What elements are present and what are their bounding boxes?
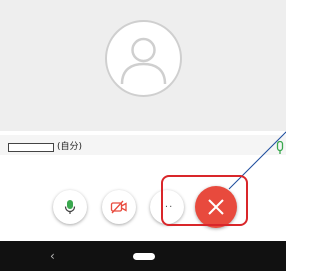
more-button[interactable]: ··· bbox=[150, 190, 184, 224]
home-pill-icon[interactable] bbox=[133, 253, 155, 260]
microphone-icon bbox=[64, 200, 76, 214]
microphone-button[interactable] bbox=[53, 190, 87, 224]
camera-off-icon bbox=[110, 200, 127, 214]
close-icon bbox=[208, 199, 224, 215]
more-icon: ··· bbox=[160, 201, 174, 213]
navigation-bar: ‹ bbox=[0, 241, 286, 271]
back-icon[interactable]: ‹ bbox=[50, 248, 55, 264]
camera-toggle-button[interactable] bbox=[102, 190, 136, 224]
callout-line bbox=[228, 131, 286, 190]
hangup-button[interactable] bbox=[195, 186, 237, 228]
